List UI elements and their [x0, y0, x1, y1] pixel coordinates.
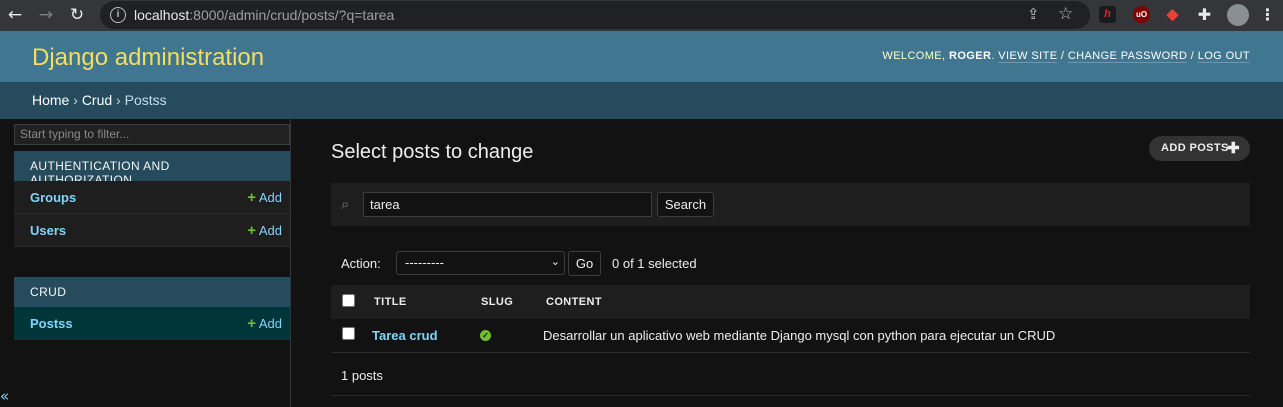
- user-tools: WELCOME, ROGER. VIEW SITE / CHANGE PASSW…: [882, 50, 1250, 63]
- breadcrumb-sep: ›: [69, 92, 82, 108]
- action-select[interactable]: --------- ⌄: [396, 251, 565, 275]
- ublock-icon[interactable]: uO: [1133, 6, 1150, 23]
- breadcrumb-app[interactable]: Crud: [82, 92, 112, 108]
- sidebar-filter-input[interactable]: Start typing to filter...: [14, 124, 290, 145]
- column-title[interactable]: TITLE: [374, 296, 407, 308]
- address-bar[interactable]: i localhost:8000/admin/crud/posts/?q=tar…: [100, 1, 1090, 29]
- info-icon[interactable]: i: [110, 7, 126, 23]
- add-posts-label: ADD POSTS: [1161, 142, 1229, 154]
- browser-toolbar: ← → ↻ i localhost:8000/admin/crud/posts/…: [0, 0, 1283, 31]
- add-label: Add: [258, 190, 282, 205]
- module-caption-crud[interactable]: CRUD: [14, 277, 290, 307]
- select-all-checkbox[interactable]: [342, 294, 355, 307]
- paginator: 1 posts: [331, 354, 1250, 396]
- sidebar-item-label[interactable]: Users: [30, 223, 66, 238]
- username: ROGER: [948, 50, 992, 62]
- result-count: 1 posts: [341, 368, 383, 383]
- plus-icon: ✚: [1227, 140, 1240, 157]
- add-icon: +: [247, 315, 256, 332]
- back-icon[interactable]: ←: [4, 4, 26, 26]
- add-users-link[interactable]: + Add: [247, 222, 282, 239]
- star-icon[interactable]: ☆: [1058, 4, 1073, 24]
- column-slug[interactable]: SLUG: [481, 296, 513, 308]
- url-host: localhost: [134, 7, 190, 23]
- pdf-icon[interactable]: ◆: [1164, 6, 1181, 23]
- action-selected-value: ---------: [405, 255, 444, 270]
- check-icon: ✓: [480, 330, 491, 341]
- site-brand[interactable]: Django administration: [32, 44, 264, 72]
- nav-sidebar: Start typing to filter... AUTHENTICATION…: [14, 119, 291, 407]
- breadcrumb-sep: ›: [112, 92, 125, 108]
- add-label: Add: [258, 316, 282, 331]
- column-content[interactable]: CONTENT: [546, 296, 602, 308]
- view-site-link[interactable]: VIEW SITE: [998, 50, 1058, 63]
- share-icon[interactable]: ⇪: [1027, 5, 1045, 25]
- site-header: Django administration WELCOME, ROGER. VI…: [0, 31, 1283, 82]
- add-groups-link[interactable]: + Add: [247, 189, 282, 206]
- row-title-link[interactable]: Tarea crud: [372, 328, 438, 343]
- add-icon: +: [247, 189, 256, 206]
- url-text[interactable]: localhost:8000/admin/crud/posts/?q=tarea: [134, 7, 394, 23]
- action-label: Action:: [341, 256, 381, 271]
- search-button[interactable]: Search: [657, 192, 714, 217]
- collapse-sidebar-icon[interactable]: «: [0, 387, 9, 405]
- extension-h-icon[interactable]: h: [1099, 6, 1116, 23]
- add-icon: +: [247, 222, 256, 239]
- search-icon: ⌕: [341, 195, 350, 213]
- add-posts-button[interactable]: ADD POSTS ✚: [1149, 136, 1250, 161]
- sidebar-item-label[interactable]: Groups: [30, 190, 76, 205]
- separator: /: [1057, 50, 1068, 62]
- actions-bar: Action: --------- ⌄ Go 0 of 1 selected: [331, 245, 1250, 283]
- sidebar-item-groups[interactable]: Groups + Add: [14, 181, 290, 214]
- log-out-link[interactable]: LOG OUT: [1197, 50, 1250, 63]
- go-button[interactable]: Go: [568, 251, 601, 276]
- row-checkbox[interactable]: [342, 327, 355, 340]
- add-label: Add: [258, 223, 282, 238]
- sidebar-item-label[interactable]: Postss: [30, 316, 73, 331]
- puzzle-icon[interactable]: ✚: [1196, 6, 1213, 23]
- forward-icon[interactable]: →: [35, 4, 57, 26]
- results-header: TITLE SLUG CONTENT: [331, 285, 1250, 319]
- selection-count: 0 of 1 selected: [612, 256, 697, 271]
- profile-avatar[interactable]: [1227, 4, 1249, 26]
- breadcrumb-current: Postss: [124, 92, 167, 108]
- page-title: Select posts to change: [331, 141, 534, 163]
- change-password-link[interactable]: CHANGE PASSWORD: [1067, 50, 1188, 63]
- table-row: Tarea crud ✓ Desarrollar un aplicativo w…: [331, 319, 1250, 353]
- row-content: Desarrollar un aplicativo web mediante D…: [543, 328, 1056, 343]
- chevron-down-icon: ⌄: [550, 255, 560, 268]
- sidebar-item-users[interactable]: Users + Add: [14, 214, 290, 247]
- separator: /: [1187, 50, 1198, 62]
- welcome-text: WELCOME,: [882, 50, 949, 62]
- sidebar-item-postss[interactable]: Postss + Add: [14, 307, 290, 340]
- url-path: :8000/admin/crud/posts/?q=tarea: [189, 7, 395, 23]
- search-input[interactable]: tarea: [363, 192, 652, 217]
- menu-icon[interactable]: ⋮: [1259, 6, 1276, 23]
- add-postss-link[interactable]: + Add: [247, 315, 282, 332]
- reload-icon[interactable]: ↻: [66, 4, 88, 26]
- breadcrumb-home[interactable]: Home: [32, 92, 69, 108]
- breadcrumb: Home › Crud › Postss: [0, 82, 1283, 119]
- module-caption-auth[interactable]: AUTHENTICATION AND AUTHORIZATION: [14, 151, 290, 187]
- changelist-search: ⌕ tarea Search: [331, 183, 1250, 226]
